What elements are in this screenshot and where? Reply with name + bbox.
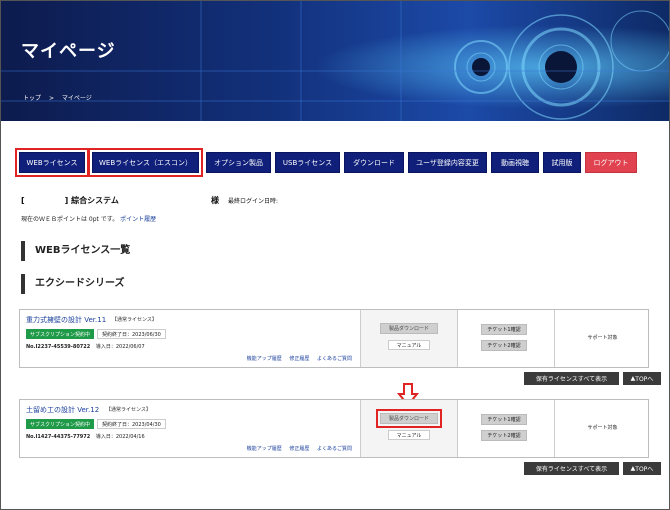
- license-number: No.I1427-44375-77972 導入日：2022/04/16: [26, 433, 145, 440]
- page-title: マイページ: [21, 41, 116, 62]
- logout-button[interactable]: ログアウト: [585, 152, 637, 173]
- ticket1-button[interactable]: チケット1確認: [481, 414, 527, 425]
- license-info: 土留め工の設計 Ver.12 【通常ライセンス】 サブスクリプション契約中 契約…: [20, 400, 360, 457]
- breadcrumb-current: マイページ: [61, 95, 92, 102]
- license-type: 【通常ライセンス】: [112, 317, 157, 323]
- to-top-label: TOPへ: [635, 376, 654, 383]
- system-name: [ ] 綜合システム: [21, 196, 119, 205]
- faq-link[interactable]: よくあるご質問: [317, 446, 352, 452]
- nav-user-settings[interactable]: ユーザ登録内容変更: [408, 152, 487, 173]
- product-links: 機能アップ履歴 修正履歴 よくあるご質問: [241, 355, 352, 362]
- last-login: 最終ログイン日時:: [228, 198, 279, 205]
- expiry-date: 契約終了日：2023/06/30: [97, 329, 166, 339]
- status-badge: サブスクリプション契約中: [26, 329, 94, 339]
- expiry-date: 契約終了日：2023/04/30: [97, 419, 166, 429]
- highlight-web-license: [15, 148, 89, 177]
- support-column: サポート対象: [554, 400, 649, 457]
- product-links: 機能アップ履歴 修正履歴 よくあるご質問: [241, 445, 352, 452]
- ticket-column: チケット1確認 チケット2確認: [457, 310, 554, 367]
- license-number-label: No.: [26, 344, 36, 350]
- ticket1-button[interactable]: チケット1確認: [481, 324, 527, 335]
- ticket-column: チケット1確認 チケット2確認: [457, 400, 554, 457]
- to-top-button[interactable]: ▲ TOPへ: [623, 372, 661, 385]
- nav-trial[interactable]: 試用版: [543, 152, 581, 173]
- license-number-label: No.: [26, 434, 36, 440]
- status-badge: サブスクリプション契約中: [26, 419, 94, 429]
- points-line: 現在のＷＥＢポイントは 0pt です。 ポイント履歴: [21, 214, 156, 223]
- product-name-link[interactable]: 土留め工の設計 Ver.12: [26, 405, 99, 415]
- ticket2-button[interactable]: チケット2確認: [481, 340, 527, 351]
- points-text: 現在のＷＥＢポイントは 0pt です。: [21, 216, 119, 223]
- manual-button[interactable]: マニュアル: [388, 340, 430, 350]
- license-number: No.I2237-45539-80722 導入日：2022/06/07: [26, 343, 145, 350]
- to-top-button[interactable]: ▲ TOPへ: [623, 462, 661, 475]
- account-line: [ ] 綜合システム 様 最終ログイン日時:: [21, 195, 278, 206]
- ticket2-button[interactable]: チケット2確認: [481, 430, 527, 441]
- faq-link[interactable]: よくあるご質問: [317, 356, 352, 362]
- download-column: 製品ダウンロード マニュアル: [360, 310, 457, 367]
- install-date: 導入日：2022/06/07: [95, 344, 145, 350]
- manual-button[interactable]: マニュアル: [388, 430, 430, 440]
- breadcrumb-home[interactable]: トップ: [23, 95, 41, 102]
- install-date: 導入日：2022/04/16: [95, 434, 145, 440]
- nav-option-products[interactable]: オプション製品: [206, 152, 271, 173]
- product-name-link[interactable]: 重力式擁壁の設計 Ver.11: [26, 315, 106, 325]
- nav-download[interactable]: ダウンロード: [344, 152, 404, 173]
- support-status: サポート対象: [587, 335, 618, 341]
- product-download-button[interactable]: 製品ダウンロード: [380, 323, 438, 334]
- hero-banner: マイページ トップ > マイページ: [1, 1, 669, 121]
- show-all-licenses-button[interactable]: 保有ライセンスすべて表示: [524, 462, 619, 475]
- license-info: 重力式擁壁の設計 Ver.11 【通常ライセンス】 サブスクリプション契約中 契…: [20, 310, 360, 367]
- license-type: 【通常ライセンス】: [106, 407, 151, 413]
- support-column: サポート対象: [554, 310, 649, 367]
- highlight-download: [376, 409, 442, 428]
- license-card: 土留め工の設計 Ver.12 【通常ライセンス】 サブスクリプション契約中 契約…: [19, 399, 649, 458]
- nav-video[interactable]: 動画視聴: [491, 152, 539, 173]
- highlight-web-license-escon: [88, 148, 203, 177]
- license-card: 重力式擁壁の設計 Ver.11 【通常ライセンス】 サブスクリプション契約中 契…: [19, 309, 649, 368]
- to-top-label: TOPへ: [635, 466, 654, 473]
- download-column: 製品ダウンロード マニュアル: [360, 400, 457, 457]
- feature-history-link[interactable]: 機能アップ履歴: [247, 446, 282, 452]
- section-series: エクシードシリーズ: [21, 274, 321, 294]
- breadcrumb: トップ > マイページ: [23, 93, 98, 102]
- license-number-value: I2237-45539-80722: [35, 344, 91, 350]
- fix-history-link[interactable]: 修正履歴: [289, 446, 309, 452]
- feature-history-link[interactable]: 機能アップ履歴: [247, 356, 282, 362]
- points-history-link[interactable]: ポイント履歴: [120, 216, 156, 223]
- show-all-licenses-button[interactable]: 保有ライセンスすべて表示: [524, 372, 619, 385]
- fix-history-link[interactable]: 修正履歴: [289, 356, 309, 362]
- breadcrumb-separator: >: [48, 95, 54, 102]
- section-web-license: WEBライセンス一覧: [21, 241, 321, 261]
- nav-usb-license[interactable]: USBライセンス: [275, 152, 340, 173]
- license-number-value: I1427-44375-77972: [35, 434, 91, 440]
- support-status: サポート対象: [587, 425, 618, 431]
